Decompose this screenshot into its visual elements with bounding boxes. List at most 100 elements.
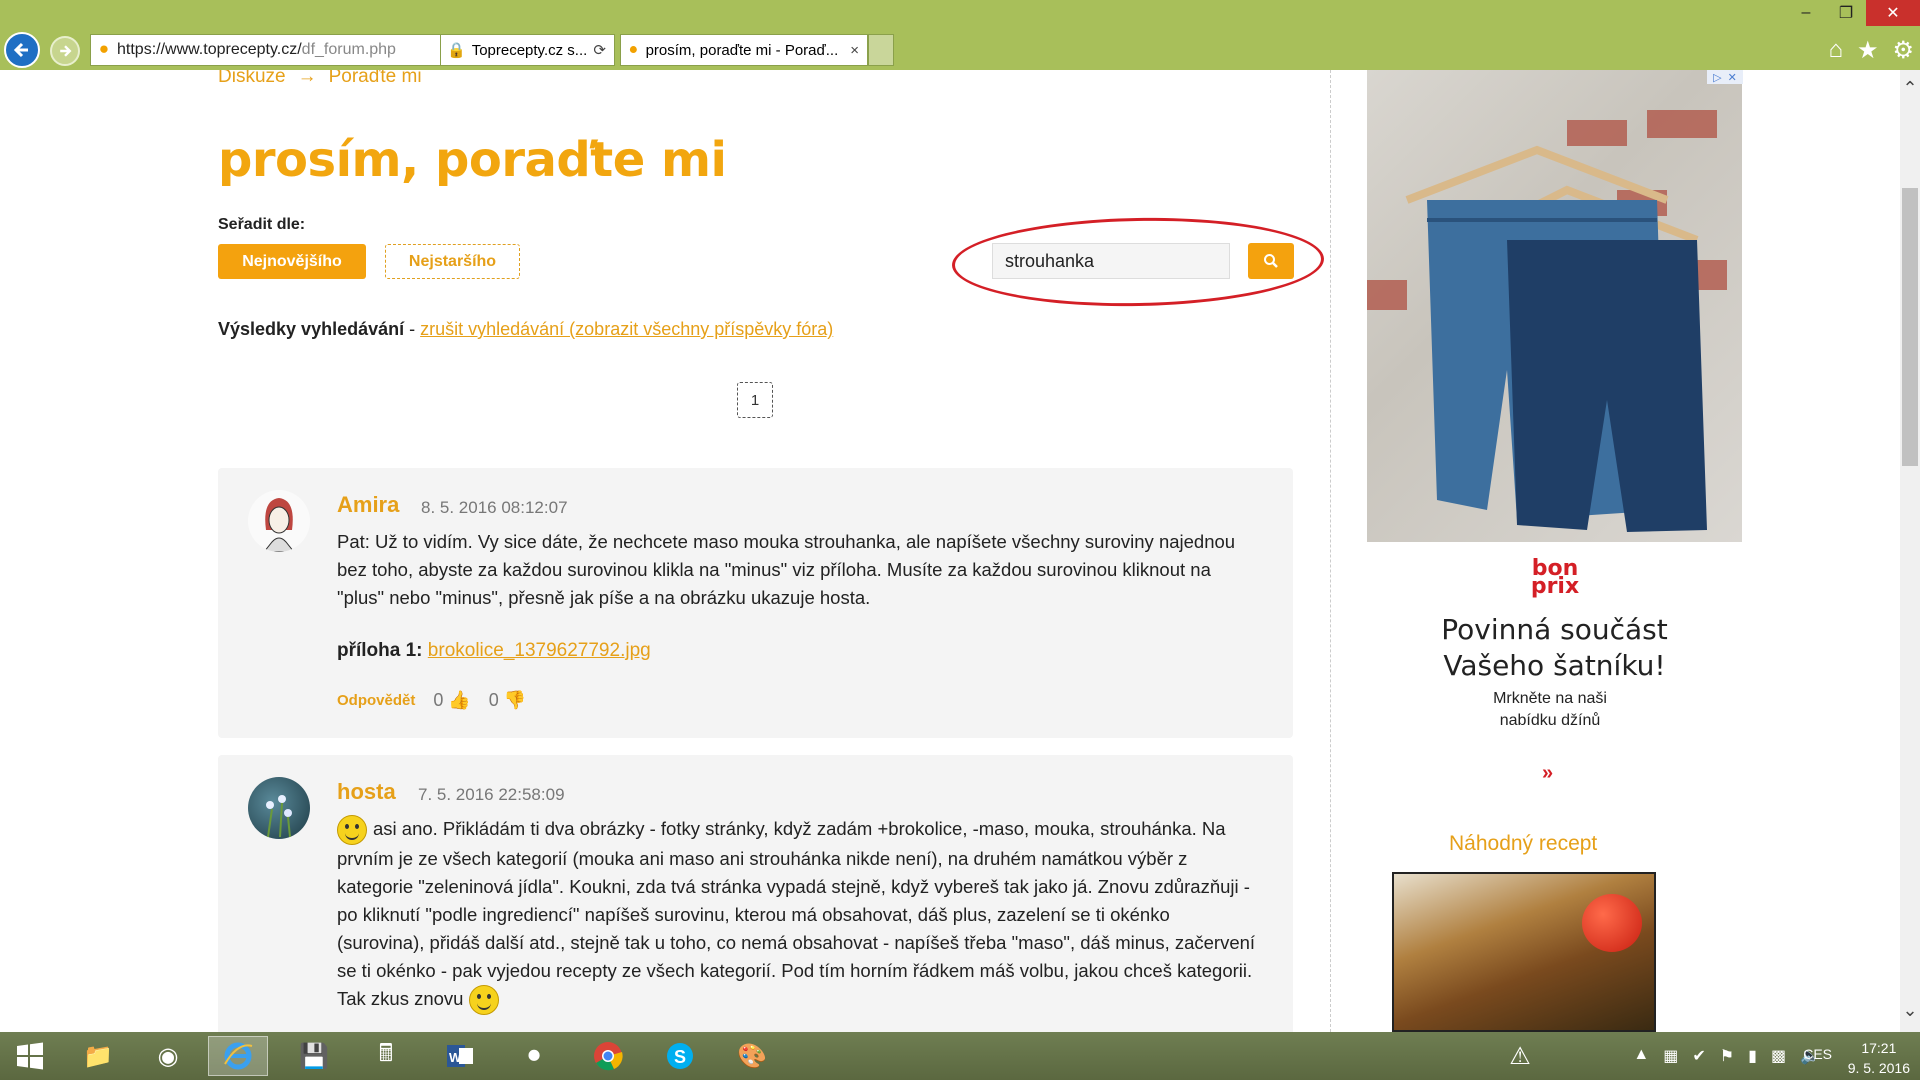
ad-subtext[interactable]: Mrkněte na naši nabídku džínů xyxy=(1460,688,1640,732)
breadcrumb-diskuze[interactable]: Diskuze xyxy=(218,70,286,88)
post-author[interactable]: hosta xyxy=(337,779,396,805)
avatar-flower-icon xyxy=(266,795,292,838)
settings-gear-icon[interactable]: ⚙ xyxy=(1892,36,1914,65)
ad-headline[interactable]: Povinná součást Vašeho šatníku! xyxy=(1367,612,1742,684)
avatar[interactable] xyxy=(248,490,310,552)
clock-date: 9. 5. 2016 xyxy=(1847,1060,1910,1076)
svg-text:S: S xyxy=(674,1047,686,1067)
scrollbar-thumb[interactable] xyxy=(1902,188,1918,466)
post-date: 8. 5. 2016 08:12:07 xyxy=(421,498,568,517)
search-results-line: Výsledky vyhledávání - zrušit vyhledáván… xyxy=(218,319,834,339)
green-app-icon[interactable]: ⚫ xyxy=(504,1036,564,1076)
highlight-ellipse xyxy=(951,214,1325,310)
post-text: Pat: Už to vidím. Vy sice dáte, že nechc… xyxy=(337,531,1236,608)
paint-icon[interactable]: 🎨 xyxy=(722,1036,782,1076)
jeans-on-hanger-icon xyxy=(1405,145,1707,532)
windows-flag-icon[interactable]: ▦ xyxy=(1663,1046,1678,1066)
new-tab-button[interactable] xyxy=(868,34,894,66)
clock-time: 17:21 xyxy=(1861,1040,1897,1056)
taskbar: 📁 ◉ 💾 🖩 W ⚫ S 🎨 ⚠ ▲ ▦ ✔ ⚑ ▮ ▩ 🔈 CES 17:2… xyxy=(0,1032,1920,1080)
system-tray: ▲ ▦ ✔ ⚑ ▮ ▩ 🔈 xyxy=(1633,1046,1820,1066)
windows-logo-icon xyxy=(17,1042,43,1070)
post-date: 7. 5. 2016 22:58:09 xyxy=(418,785,565,804)
sort-oldest-button[interactable]: Nejstaršího xyxy=(385,244,520,279)
ad-brand-logo[interactable]: bon prix xyxy=(1527,558,1583,598)
chrome-icon[interactable] xyxy=(578,1036,638,1076)
smiley-icon xyxy=(468,985,499,1016)
dislike-count: 0 xyxy=(488,690,499,710)
site-favicon-icon: ⚫ xyxy=(97,42,111,59)
power-icon[interactable]: ▮ xyxy=(1748,1046,1757,1066)
like-button[interactable]: 0 👍 xyxy=(433,690,470,711)
close-tab-icon[interactable]: × xyxy=(850,42,859,59)
post-author[interactable]: Amira xyxy=(337,492,399,518)
scroll-down-icon[interactable]: ⌄ xyxy=(1900,1000,1920,1021)
ad-more-link[interactable]: » xyxy=(1542,762,1553,785)
random-recipe-image[interactable] xyxy=(1392,872,1656,1032)
forum-post: Amira 8. 5. 2016 08:12:07 Pat: Už to vid… xyxy=(218,468,1293,738)
thumbs-down-icon: 👎 xyxy=(503,690,527,710)
svg-text:W: W xyxy=(449,1050,462,1065)
lock-icon: 🔒 xyxy=(447,42,466,59)
clock[interactable]: 17:21 9. 5. 2016 xyxy=(1848,1038,1910,1078)
language-indicator[interactable]: CES xyxy=(1803,1046,1832,1062)
page-number-button[interactable]: 1 xyxy=(737,382,773,418)
windows-start-icon[interactable] xyxy=(0,1036,60,1076)
smiley-icon xyxy=(337,815,367,846)
random-recipe-title: Náhodný recept xyxy=(1449,832,1598,855)
forum-post: hosta 7. 5. 2016 22:58:09 asi ano. Přikl… xyxy=(218,755,1293,1032)
close-window-button[interactable]: ✕ xyxy=(1866,0,1920,26)
close-icon[interactable]: ✕ xyxy=(1728,71,1737,84)
refresh-icon[interactable]: ⟳ xyxy=(593,41,606,59)
ad-image-jeans[interactable] xyxy=(1367,70,1742,542)
home-icon[interactable]: ⌂ xyxy=(1828,36,1843,65)
skype-logo-icon: S xyxy=(667,1043,693,1069)
sort-newest-button[interactable]: Nejnovějšího xyxy=(218,244,366,279)
attachment-label: příloha 1: xyxy=(337,640,423,661)
arrow-right-icon xyxy=(60,45,72,57)
tab-toprecepty[interactable]: 🔒 Toprecepty.cz s... ⟳ xyxy=(440,34,615,66)
post-actions: Odpovědět 0 👍 0 👎 xyxy=(337,690,526,711)
dislike-button[interactable]: 0 👎 xyxy=(489,690,526,711)
file-explorer-icon[interactable]: 📁 xyxy=(68,1036,128,1076)
reply-button[interactable]: Odpovědět xyxy=(337,692,415,709)
avatar-drawing-icon xyxy=(248,490,310,552)
ad-choices-badge[interactable]: ▷ ✕ xyxy=(1707,70,1743,84)
browser-chrome: – ❐ ✕ ⚫ https://www.toprecepty.cz/df_for… xyxy=(0,0,1920,70)
scroll-up-icon[interactable]: ⌃ xyxy=(1900,78,1920,99)
tomato-icon xyxy=(1582,894,1642,952)
web-page: Diskuze → Poraďte mi prosím, poraďte mi … xyxy=(0,70,1900,1032)
word-icon[interactable]: W xyxy=(430,1036,490,1076)
favorites-star-icon[interactable]: ★ xyxy=(1857,36,1879,65)
tab-label: Toprecepty.cz s... xyxy=(471,41,588,59)
maximize-button[interactable]: ❐ xyxy=(1826,0,1866,26)
security-alert-icon[interactable]: ⚠ xyxy=(1498,1036,1542,1076)
back-button[interactable] xyxy=(4,32,40,68)
word-logo-icon: W xyxy=(447,1045,473,1067)
tab-label: prosím, poraďte mi - Porаď... xyxy=(645,41,839,59)
forward-button[interactable] xyxy=(50,36,80,66)
internet-explorer-icon[interactable] xyxy=(208,1036,268,1076)
thumbs-up-icon: 👍 xyxy=(448,690,471,710)
network-icon[interactable]: ▩ xyxy=(1771,1046,1786,1066)
post-text: asi ano. Přikládám ti dva obrázky - fotk… xyxy=(337,818,1256,1010)
skype-icon[interactable]: S xyxy=(650,1036,710,1076)
breadcrumb-poradte-mi[interactable]: Poraďte mi xyxy=(329,70,422,88)
attachment-link[interactable]: brokolice_1379627792.jpg xyxy=(428,640,651,661)
column-divider xyxy=(1330,70,1331,1032)
like-count: 0 xyxy=(433,690,444,710)
minimize-button[interactable]: – xyxy=(1786,0,1826,26)
calculator-icon[interactable]: 🖩 xyxy=(356,1036,416,1076)
tab-active-forum[interactable]: ⚫ prosím, poraďte mi - Porаď... × xyxy=(620,34,868,66)
tray-arrow-icon[interactable]: ▲ xyxy=(1633,1046,1649,1066)
save-disk-icon[interactable]: 💾 xyxy=(284,1036,344,1076)
cancel-search-link[interactable]: zrušit vyhledávání (zobrazit všechny pří… xyxy=(420,319,833,339)
post-attachment: příloha 1: brokolice_1379627792.jpg xyxy=(337,640,651,662)
action-center-flag-icon[interactable]: ⚑ xyxy=(1720,1046,1734,1066)
check-icon[interactable]: ✔ xyxy=(1692,1046,1705,1066)
arrow-right-icon: → xyxy=(297,70,317,87)
camera-app-icon[interactable]: ◉ xyxy=(138,1036,198,1076)
breadcrumb: Diskuze → Poraďte mi xyxy=(218,70,422,88)
chrome-logo-icon xyxy=(594,1042,623,1071)
avatar[interactable] xyxy=(248,777,310,839)
